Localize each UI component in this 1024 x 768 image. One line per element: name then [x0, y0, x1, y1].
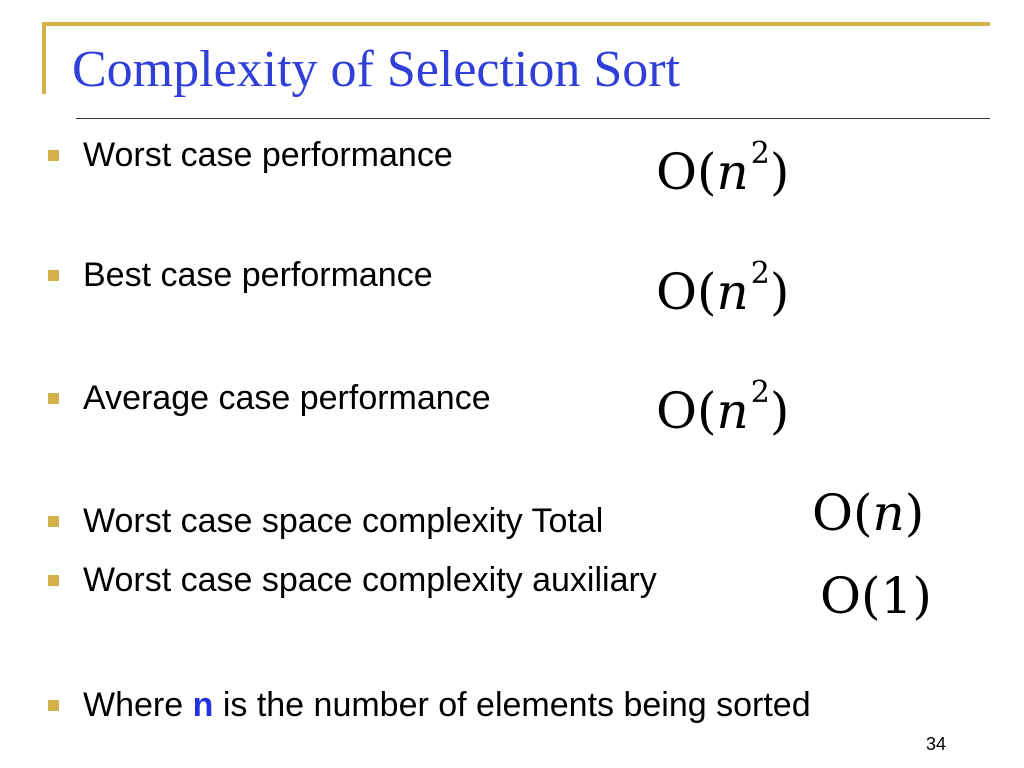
footnote-text-after: is the number of elements being sorted	[213, 686, 811, 724]
math-space-complexity-auxiliary: O(1)	[820, 561, 932, 631]
math-average-case-performance: O(n 2)	[656, 376, 789, 446]
math-variable: n	[716, 143, 749, 201]
square-bullet-icon	[48, 392, 59, 404]
math-close-paren: )	[769, 143, 790, 201]
square-bullet-icon	[48, 699, 59, 711]
bullet-text: Worst case performance	[83, 136, 453, 174]
slide-title: Complexity of Selection Sort	[72, 41, 681, 98]
math-open-paren: (	[697, 143, 717, 201]
math-function: O	[656, 382, 697, 440]
math-exponent: 2	[750, 136, 770, 171]
square-bullet-icon	[48, 269, 59, 281]
math-close-paren: )	[769, 263, 790, 321]
square-bullet-icon	[48, 149, 59, 161]
footnote-text-before: Where	[83, 686, 193, 724]
math-open-paren: (	[861, 567, 881, 625]
square-bullet-icon	[48, 515, 59, 527]
math-best-case-performance: O(n 2)	[656, 257, 789, 327]
math-open-paren: (	[697, 382, 717, 440]
math-function: O	[812, 484, 853, 542]
math-exponent: 2	[750, 375, 770, 410]
math-function: O	[820, 567, 861, 625]
bullet-text: Where n is the number of elements being …	[83, 688, 811, 722]
math-close-paren: )	[912, 567, 932, 625]
math-function: O	[656, 143, 697, 201]
math-variable: n	[716, 382, 749, 440]
bullet-text: Average case performance	[83, 379, 491, 417]
bullet-space-complexity-auxiliary: Worst case space complexity auxiliary	[48, 558, 657, 602]
variable-n: n	[192, 686, 214, 724]
math-variable: n	[872, 484, 905, 542]
slide-frame-left-border	[42, 22, 46, 94]
bullet-best-case-performance: Best case performance	[48, 253, 433, 297]
math-worst-case-performance: O(n 2)	[656, 137, 789, 207]
math-variable: n	[716, 263, 749, 321]
bullet-text: Best case performance	[83, 256, 433, 294]
bullet-space-complexity-total: Worst case space complexity Total	[48, 499, 603, 543]
bullet-average-case-performance: Average case performance	[48, 376, 491, 420]
bullet-worst-case-performance: Worst case performance	[48, 133, 453, 177]
math-value: 1	[880, 567, 913, 625]
square-bullet-icon	[48, 574, 59, 586]
title-underline	[76, 118, 990, 119]
math-open-paren: (	[853, 484, 873, 542]
math-close-paren: )	[904, 484, 925, 542]
math-open-paren: (	[697, 263, 717, 321]
bullet-text: Worst case space complexity Total	[83, 502, 604, 540]
page-number: 34	[926, 734, 947, 754]
math-space-complexity-total: O(n)	[812, 478, 924, 548]
slide-frame-top-border	[42, 22, 990, 26]
bullet-definition-of-n: Where n is the number of elements being …	[48, 683, 811, 727]
math-close-paren: )	[769, 382, 790, 440]
math-function: O	[656, 263, 697, 321]
bullet-text: Worst case space complexity auxiliary	[83, 561, 657, 599]
math-exponent: 2	[750, 256, 770, 291]
